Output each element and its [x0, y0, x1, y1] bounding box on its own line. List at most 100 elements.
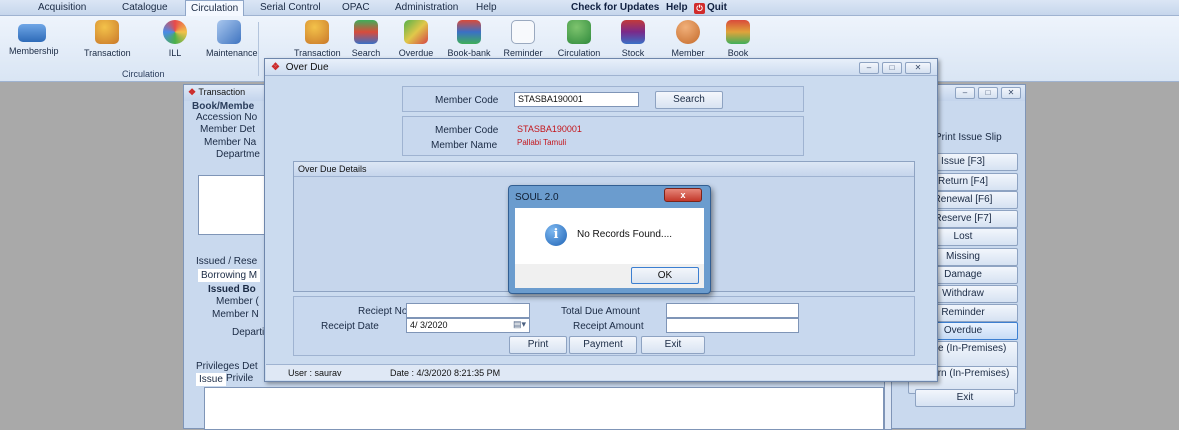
ribbon-label: Circulation: [557, 48, 601, 58]
ribbon-label: Transaction: [294, 48, 341, 58]
close-icon[interactable]: ✕: [905, 62, 931, 74]
receipt-no-input[interactable]: [406, 303, 530, 318]
ribbon-label: Book-bank: [447, 48, 491, 58]
window-title: Transaction: [198, 87, 246, 97]
section-label: Privileges Det: [196, 361, 258, 372]
app-icon: ❖: [271, 62, 280, 73]
close-icon[interactable]: ✕: [1001, 87, 1021, 99]
quit-button[interactable]: ⏻ Quit: [694, 2, 727, 14]
ribbon-transaction-button[interactable]: Transaction: [84, 20, 131, 60]
ribbon-overdue-button[interactable]: Overdue: [393, 20, 439, 60]
help-button[interactable]: Help: [666, 2, 688, 13]
ribbon-label: Member: [671, 48, 705, 58]
privileges-grid: [204, 387, 884, 430]
member-code-label: Member Code: [435, 95, 499, 106]
ribbon-group-label: Circulation: [122, 69, 165, 79]
total-due-label: Total Due Amount: [561, 306, 640, 317]
field-label: Member N: [212, 309, 259, 320]
print-button[interactable]: Print: [509, 336, 567, 354]
ribbon-maintenance-button[interactable]: Maintenance: [206, 20, 258, 60]
membership-card-icon: [18, 24, 46, 42]
info-member-code-value: STASBA190001: [517, 124, 582, 134]
message-dialog: SOUL 2.0 x i No Records Found.... OK: [508, 185, 711, 294]
app-icon: ❖: [188, 87, 197, 97]
ok-button[interactable]: OK: [631, 267, 699, 284]
maximize-icon[interactable]: □: [882, 62, 902, 74]
tab-issue[interactable]: Issue: [196, 373, 226, 386]
photo-box: [198, 175, 268, 235]
grid-header: Over Due Details: [294, 162, 914, 177]
ribbon-label: Search: [351, 48, 381, 58]
minimize-icon[interactable]: –: [955, 87, 975, 99]
dialog-title: SOUL 2.0: [515, 192, 559, 203]
people-icon: [95, 20, 119, 44]
section-label: Book/Membe: [192, 101, 255, 112]
receipt-date-picker[interactable]: 4/ 3/2020 ▤▾: [406, 318, 530, 333]
ribbon-book-button[interactable]: Book: [715, 20, 761, 60]
field-label: Issued Bo: [208, 284, 256, 295]
window-controls: – □ ✕: [859, 62, 931, 74]
dialog-body: i No Records Found....: [515, 208, 704, 264]
dialog-footer: OK: [515, 264, 704, 288]
dialog-message: No Records Found....: [577, 229, 673, 240]
quit-label: Quit: [707, 2, 727, 13]
print-issue-slip-label[interactable]: Print Issue Slip: [935, 132, 1002, 143]
scrollbar[interactable]: [884, 375, 892, 430]
people-icon: [305, 20, 329, 44]
info-icon: i: [545, 224, 567, 246]
search-button[interactable]: Search: [655, 91, 723, 109]
member-code-input[interactable]: STASBA190001: [514, 92, 639, 107]
field-label: Member Na: [204, 137, 257, 148]
tab-privileges[interactable]: Privile: [226, 373, 253, 384]
menu-administration[interactable]: Administration: [395, 2, 458, 13]
ribbon-label: Transaction: [84, 48, 131, 58]
status-user: User : saurav: [288, 368, 342, 378]
menu-catalogue[interactable]: Catalogue: [122, 2, 168, 13]
menu-serial-control[interactable]: Serial Control: [260, 2, 321, 13]
calendar-dropdown-icon[interactable]: ▤▾: [513, 319, 526, 330]
minimize-icon[interactable]: –: [859, 62, 879, 74]
ribbon-book-bank-button[interactable]: Book-bank: [446, 20, 492, 60]
document-icon: [511, 20, 535, 44]
ribbon-label: ILL: [168, 48, 182, 58]
ribbon-ill-button[interactable]: ILL: [152, 20, 198, 60]
menu-acquisition[interactable]: Acquisition: [38, 2, 86, 13]
window-title: Over Due: [285, 62, 329, 73]
field-label: Departme: [216, 149, 260, 160]
menu-help[interactable]: Help: [476, 2, 497, 13]
exit-button[interactable]: Exit: [915, 389, 1015, 407]
ill-network-icon: [163, 20, 187, 44]
status-date: Date : 4/3/2020 8:21:35 PM: [390, 368, 501, 378]
field-label: Accession No: [196, 112, 258, 123]
ribbon-circulation-button[interactable]: Circulation: [556, 20, 602, 60]
maintenance-icon: [217, 20, 241, 44]
ribbon-search-button[interactable]: Search: [343, 20, 389, 60]
receipt-amount-input[interactable]: [666, 318, 799, 333]
ribbon-label: Reminder: [503, 48, 543, 58]
exit-button[interactable]: Exit: [641, 336, 705, 354]
menu-opac[interactable]: OPAC: [342, 2, 370, 13]
ribbon-transaction-2-button[interactable]: Transaction: [294, 20, 341, 60]
total-due-input[interactable]: [666, 303, 799, 318]
close-icon[interactable]: x: [664, 188, 702, 202]
ribbon-label: Stock: [621, 48, 645, 58]
status-bar: User : saurav Date : 4/3/2020 8:21:35 PM: [266, 364, 936, 380]
info-member-name-value: Pallabi Tamuli: [517, 138, 567, 147]
info-member-name-label: Member Name: [431, 140, 498, 151]
ribbon-reminder-button[interactable]: Reminder: [500, 20, 546, 60]
overdue-window-titlebar: ❖ Over Due – □ ✕: [265, 59, 937, 76]
maximize-icon[interactable]: □: [978, 87, 998, 99]
menu-circulation[interactable]: Circulation: [185, 0, 245, 16]
tab-borrowing[interactable]: Borrowing M: [198, 269, 261, 282]
payment-button[interactable]: Payment: [569, 336, 637, 354]
section-label: Issued / Rese: [196, 256, 258, 267]
ribbon-stock-button[interactable]: Stock: [610, 20, 656, 60]
check-updates-button[interactable]: Check for Updates: [571, 2, 659, 13]
ribbon-membership-button[interactable]: Membership: [9, 20, 59, 60]
ribbon-member-button[interactable]: Member: [665, 20, 711, 60]
overdue-icon: [404, 20, 428, 44]
book-icon: [726, 20, 750, 44]
window-controls: – □ ✕: [955, 87, 1021, 99]
receipt-date-label: Receipt Date: [321, 321, 379, 332]
field-label: Member (: [216, 296, 259, 307]
